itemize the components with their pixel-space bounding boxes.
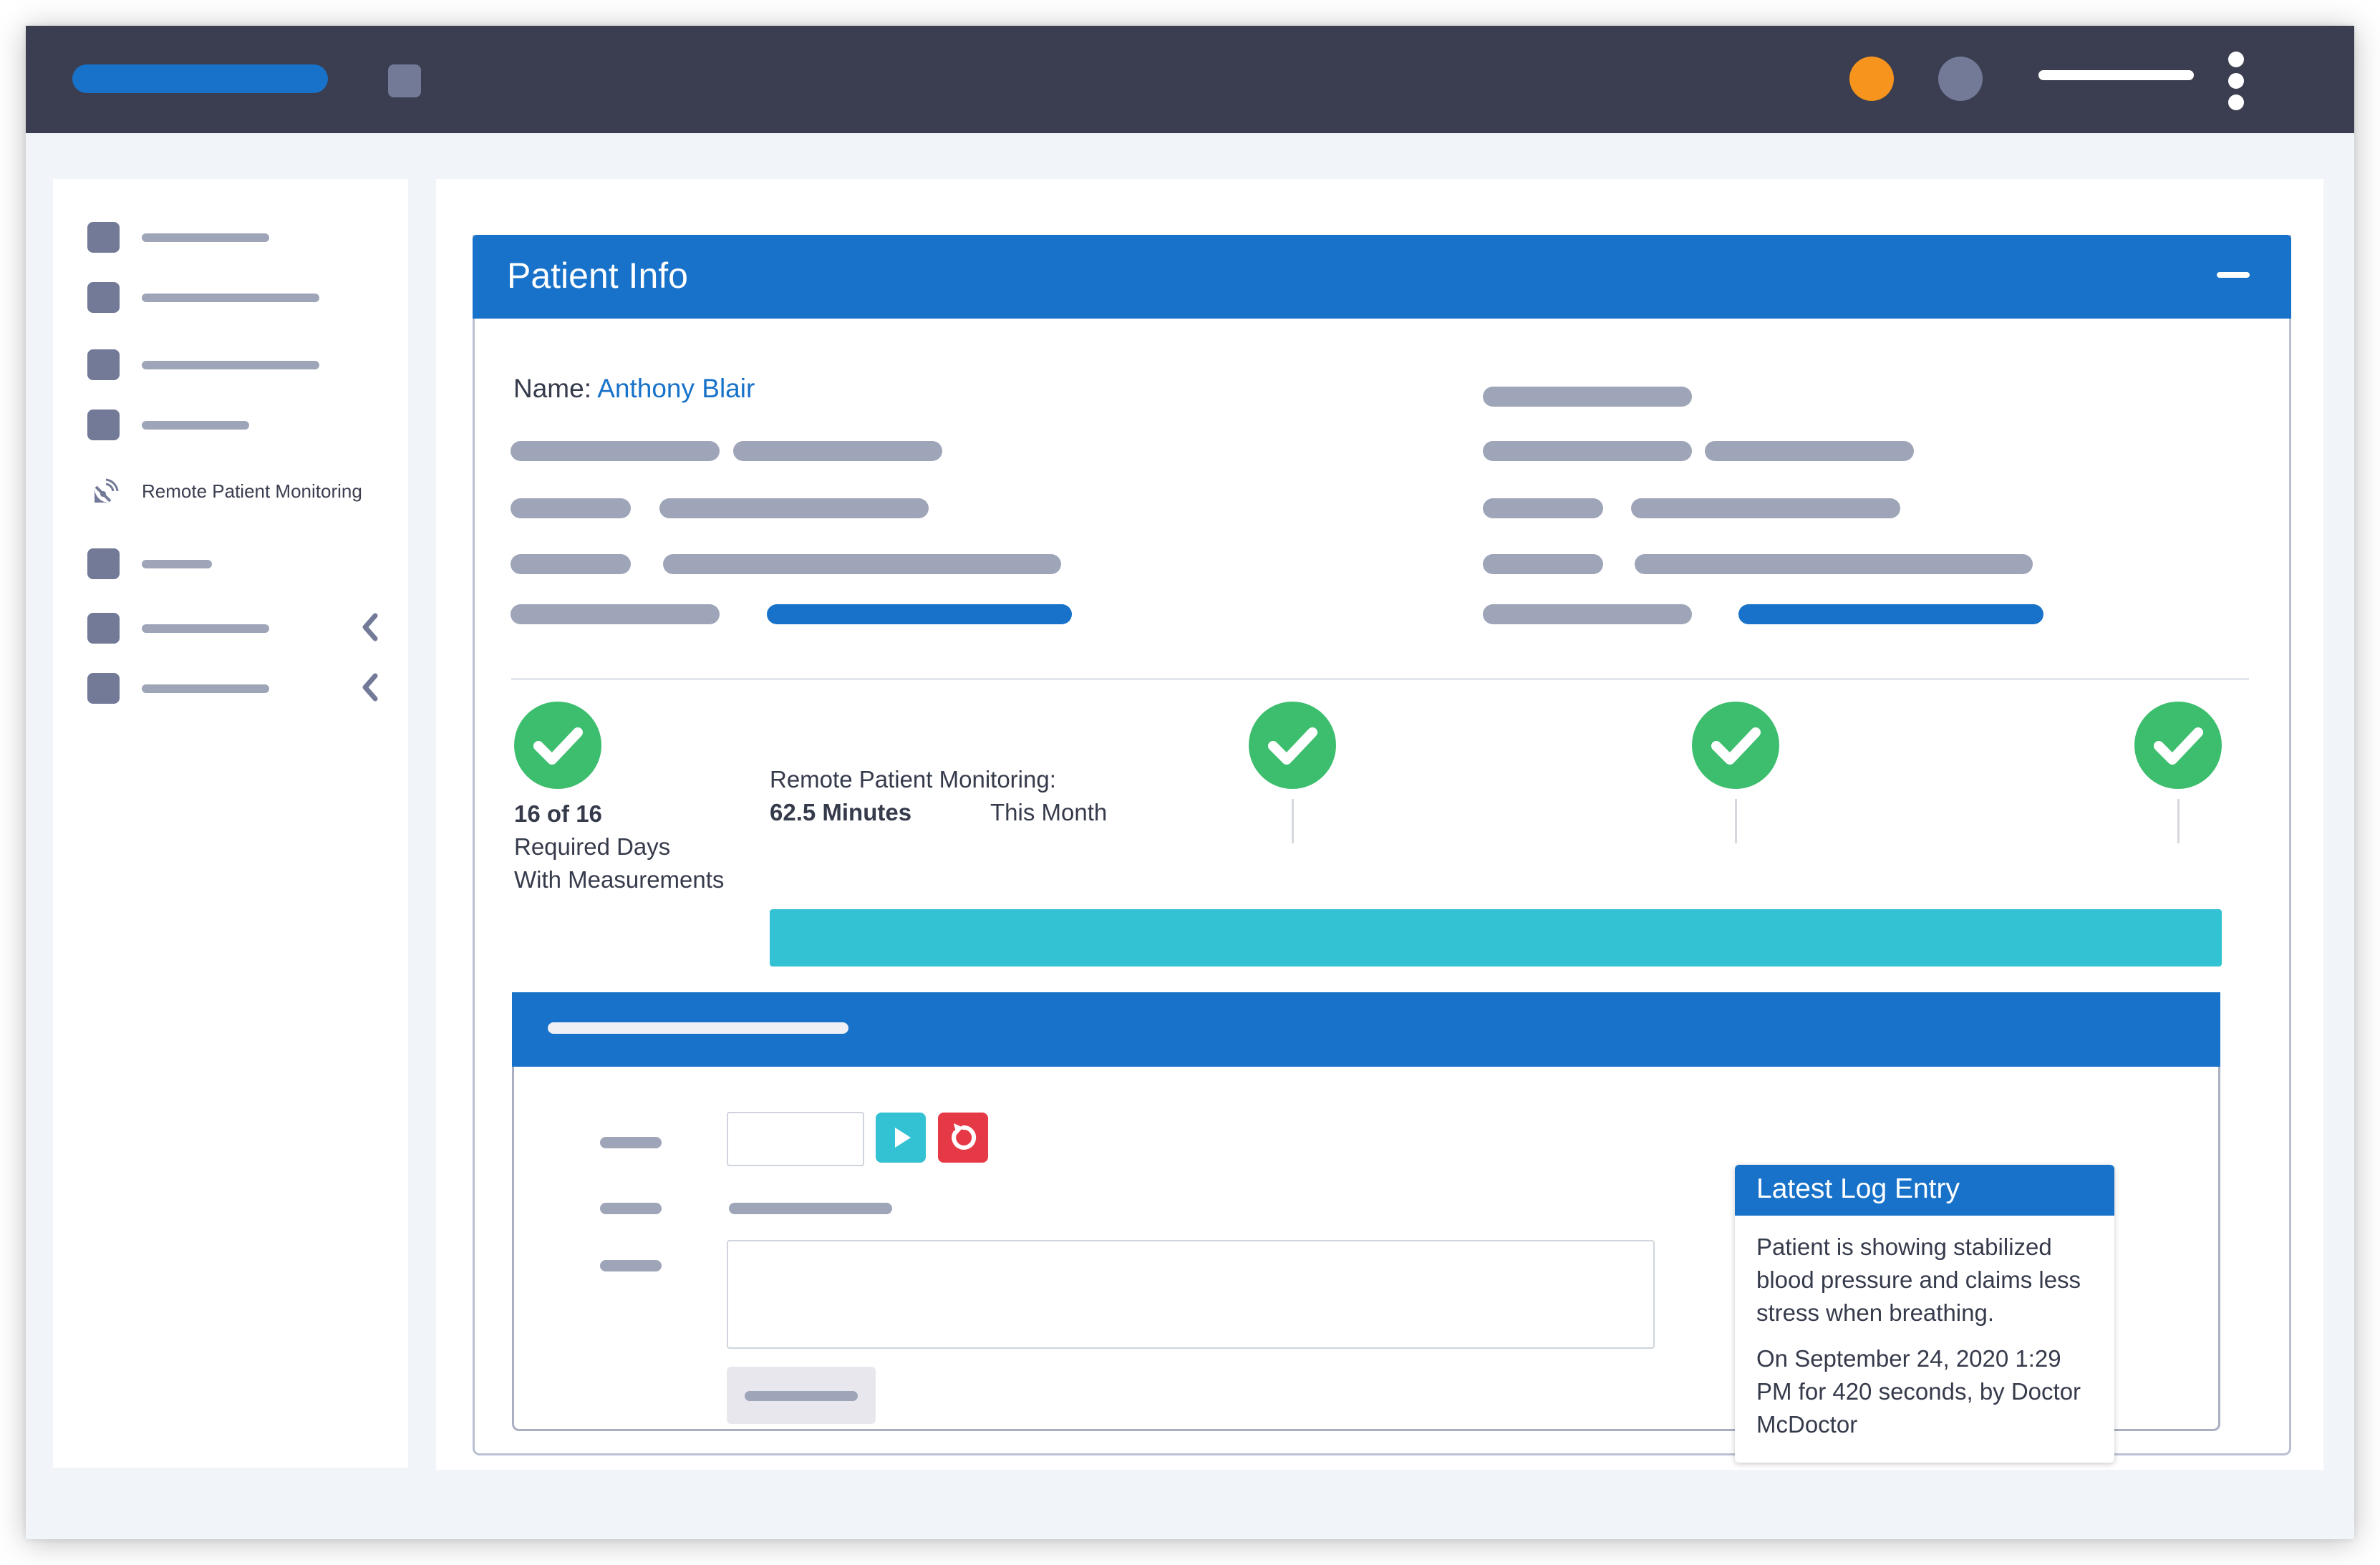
log-meta: On September 24, 2020 1:29 PM for 420 se… — [1756, 1345, 2081, 1438]
sidebar-item-label — [142, 624, 269, 633]
sidebar-item-label — [142, 421, 249, 430]
timer-log-header — [512, 992, 2220, 1067]
days-label-2: With Measurements — [514, 866, 725, 893]
sidebar-item-1[interactable] — [53, 208, 408, 262]
check-circle-icon — [514, 702, 601, 789]
field-label-placeholder — [511, 498, 631, 518]
field-value-placeholder — [1631, 498, 1900, 518]
timer-input[interactable] — [727, 1112, 864, 1166]
sidebar-item-remote-patient-monitoring[interactable]: Remote Patient Monitoring — [53, 462, 408, 517]
sidebar: Remote Patient Monitoring — [53, 179, 408, 1468]
log-note: Patient is showing stabilized blood pres… — [1756, 1234, 2081, 1326]
field-value-placeholder — [663, 554, 1061, 574]
rpm-label: Remote Patient Monitoring: — [770, 766, 1056, 793]
field-value-placeholder — [1635, 554, 2033, 574]
app-window: Remote Patient Monitoring Patient Info N… — [26, 26, 2354, 1539]
notification-icon[interactable] — [1849, 57, 1894, 101]
app-logo[interactable] — [72, 64, 328, 93]
button-label-placeholder — [745, 1391, 858, 1401]
reset-icon — [952, 1123, 977, 1150]
sidebar-item-2[interactable] — [53, 268, 408, 322]
field-label-placeholder — [1483, 554, 1603, 574]
reset-button[interactable] — [938, 1113, 988, 1163]
log-card-title: Latest Log Entry — [1756, 1173, 1960, 1204]
check-circle-icon — [1692, 702, 1779, 789]
header-title-placeholder — [548, 1022, 848, 1034]
latest-log-card: Latest Log Entry Patient is showing stab… — [1735, 1165, 2114, 1463]
nav-square-icon — [87, 548, 120, 579]
submit-button[interactable] — [727, 1367, 876, 1424]
field-link-placeholder[interactable] — [1738, 604, 2043, 624]
notes-textarea[interactable] — [727, 1240, 1655, 1349]
log-card-header: Latest Log Entry — [1735, 1165, 2114, 1216]
sidebar-item-7[interactable] — [53, 599, 408, 653]
sidebar-item-4[interactable] — [53, 397, 408, 451]
nav-square-icon — [87, 282, 120, 313]
patient-info-panel: Patient Info Name: Anthony Blair 16 of 1… — [473, 235, 2291, 1463]
field-label-placeholder — [511, 554, 631, 574]
chevron-left-icon[interactable] — [359, 673, 381, 702]
nav-square-icon — [87, 410, 120, 440]
sidebar-item-8[interactable] — [53, 659, 408, 713]
name-label: Name: — [513, 374, 591, 403]
section-divider — [511, 678, 2249, 680]
field-label-placeholder — [1483, 498, 1603, 518]
sidebar-item-6[interactable] — [53, 536, 408, 590]
field-label-placeholder — [511, 441, 720, 461]
patient-name-row: Name: Anthony Blair — [513, 374, 755, 404]
days-count: 16 of 16 — [514, 800, 602, 827]
sidebar-item-3[interactable] — [53, 335, 408, 389]
rpm-period: This Month — [990, 799, 1108, 825]
field-label-placeholder — [600, 1137, 662, 1148]
rpm-minutes: 62.5 Minutes — [770, 799, 912, 825]
play-icon — [895, 1128, 911, 1148]
chevron-left-icon[interactable] — [359, 613, 381, 641]
patient-name-link[interactable]: Anthony Blair — [597, 374, 755, 403]
days-label-1: Required Days — [514, 833, 671, 860]
satellite-dish-icon — [95, 478, 119, 503]
nav-square-icon — [87, 613, 120, 644]
more-vert-icon[interactable] — [2227, 52, 2245, 110]
username-placeholder — [2038, 70, 2194, 80]
panel-title: Patient Info — [507, 256, 688, 296]
field-value-placeholder — [659, 498, 929, 518]
sidebar-item-label — [142, 684, 269, 693]
field-value-placeholder — [733, 441, 942, 461]
field-header-placeholder — [1483, 387, 1692, 407]
milestone-line — [1735, 799, 1737, 843]
monitoring-progress-bar — [770, 909, 2222, 966]
play-button[interactable] — [876, 1113, 926, 1163]
check-circle-icon — [1249, 702, 1336, 789]
field-link-placeholder[interactable] — [767, 604, 1072, 624]
field-label-placeholder — [600, 1260, 662, 1271]
nav-square-icon — [87, 349, 120, 380]
field-label-placeholder — [511, 604, 720, 624]
patient-info-header: Patient Info — [473, 235, 2291, 319]
sidebar-item-label — [142, 560, 212, 568]
field-label-placeholder — [600, 1203, 662, 1214]
sidebar-item-label: Remote Patient Monitoring — [142, 480, 362, 502]
collapse-icon[interactable] — [2217, 272, 2250, 278]
field-label-placeholder — [1483, 604, 1692, 624]
nav-square-icon — [87, 673, 120, 704]
milestone-line — [2177, 799, 2180, 843]
sidebar-item-label — [142, 233, 269, 242]
user-avatar[interactable] — [1938, 57, 1983, 101]
nav-square-icon — [87, 222, 120, 253]
milestone-line — [1292, 799, 1294, 843]
main-content: Patient Info Name: Anthony Blair 16 of 1… — [436, 179, 2323, 1470]
top-bar — [26, 26, 2354, 133]
field-value-placeholder — [729, 1203, 892, 1214]
field-value-placeholder — [1705, 441, 1914, 461]
sidebar-item-label — [142, 361, 319, 369]
field-label-placeholder — [1483, 441, 1692, 461]
sidebar-item-label — [142, 294, 319, 302]
check-circle-icon — [2134, 702, 2222, 789]
menu-toggle-icon[interactable] — [388, 64, 421, 97]
